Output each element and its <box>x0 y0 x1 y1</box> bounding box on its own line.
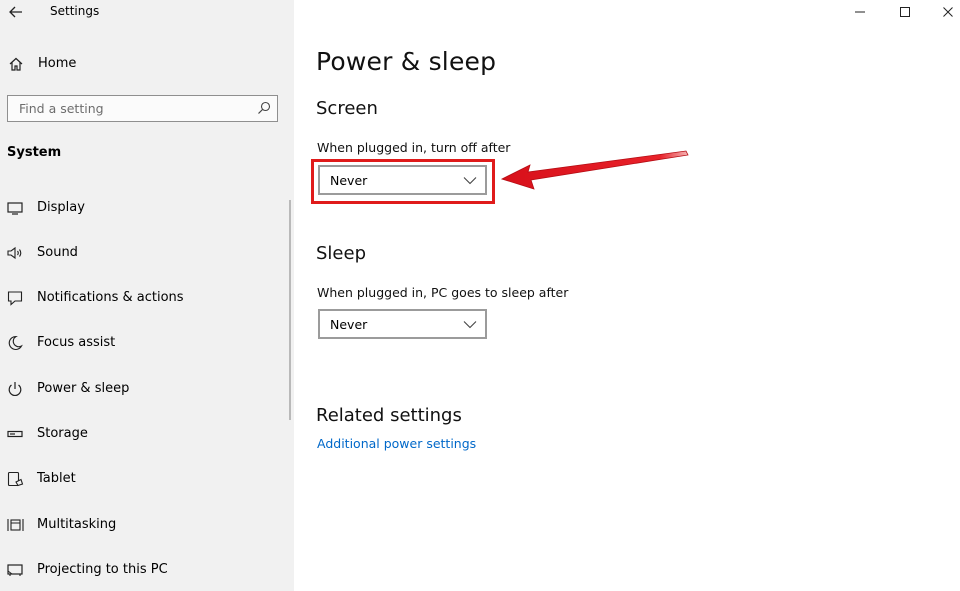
sidebar-item-focus-assist[interactable]: Focus assist <box>0 328 288 358</box>
search-icon[interactable] <box>257 101 271 115</box>
sleep-timeout-dropdown[interactable]: Never <box>318 309 487 339</box>
search-input[interactable] <box>8 96 259 121</box>
highlight-annotation-box <box>311 159 495 204</box>
focus-assist-icon <box>7 335 24 351</box>
storage-icon <box>7 426 24 442</box>
sidebar: Settings Home System <box>0 0 294 591</box>
notifications-icon <box>7 290 24 306</box>
sidebar-item-label: Projecting to this PC <box>37 562 168 577</box>
sidebar-item-home[interactable]: Home <box>0 52 294 76</box>
sidebar-item-label: Sound <box>37 245 78 260</box>
screen-heading: Screen <box>316 98 378 119</box>
sidebar-item-multitasking[interactable]: Multitasking <box>0 510 288 540</box>
sidebar-scrollbar[interactable] <box>289 200 291 420</box>
screen-timeout-label: When plugged in, turn off after <box>317 140 511 155</box>
additional-power-settings-link[interactable]: Additional power settings <box>317 436 476 451</box>
sidebar-item-label: Multitasking <box>37 517 117 532</box>
sound-icon <box>7 245 24 261</box>
sidebar-item-label: Tablet <box>37 471 76 486</box>
sidebar-item-sound[interactable]: Sound <box>0 238 288 268</box>
search-box <box>7 95 278 122</box>
title-bar: Settings <box>0 0 294 24</box>
minimize-icon <box>855 11 865 13</box>
close-icon <box>943 7 953 17</box>
sidebar-item-notifications[interactable]: Notifications & actions <box>0 283 288 313</box>
sidebar-item-label: Storage <box>37 426 88 441</box>
sidebar-item-label: Home <box>38 56 77 71</box>
sidebar-item-label: Notifications & actions <box>37 290 184 305</box>
projecting-icon <box>7 562 24 578</box>
page-title: Power & sleep <box>316 47 497 76</box>
power-icon <box>7 381 24 397</box>
chevron-down-icon <box>463 320 477 329</box>
sidebar-item-tablet[interactable]: Tablet <box>0 464 288 494</box>
settings-window: Settings Home System <box>0 0 960 591</box>
multitasking-icon <box>7 517 24 533</box>
minimize-button[interactable] <box>840 0 880 24</box>
sidebar-item-label: Power & sleep <box>37 381 130 396</box>
close-button[interactable] <box>928 0 960 24</box>
maximize-icon <box>900 7 910 17</box>
section-label-system: System <box>7 145 62 160</box>
tablet-icon <box>7 471 24 487</box>
sleep-timeout-label: When plugged in, PC goes to sleep after <box>317 285 569 300</box>
display-icon <box>7 200 24 216</box>
app-title: Settings <box>50 4 100 18</box>
back-arrow-icon <box>9 6 22 18</box>
annotation-arrow-icon <box>500 150 689 190</box>
home-icon <box>8 56 24 72</box>
sleep-heading: Sleep <box>316 243 367 264</box>
sidebar-item-storage[interactable]: Storage <box>0 419 288 449</box>
sidebar-item-power-sleep[interactable]: Power & sleep <box>0 374 288 404</box>
sidebar-item-display[interactable]: Display <box>0 193 288 223</box>
dropdown-value: Never <box>330 317 368 332</box>
maximize-button[interactable] <box>885 0 925 24</box>
sidebar-item-projecting[interactable]: Projecting to this PC <box>0 555 288 585</box>
sidebar-item-label: Display <box>37 200 85 215</box>
related-settings-heading: Related settings <box>316 405 462 426</box>
back-button[interactable] <box>6 2 26 22</box>
sidebar-item-label: Focus assist <box>37 335 116 350</box>
